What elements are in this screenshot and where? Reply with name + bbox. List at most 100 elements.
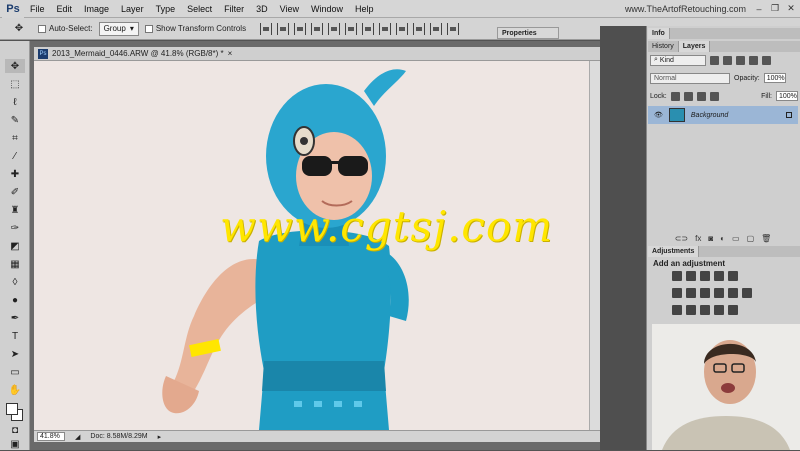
align-right-icon[interactable]: [345, 22, 358, 35]
align-bottom-icon[interactable]: [294, 22, 307, 35]
menu-image[interactable]: Image: [78, 4, 115, 14]
align-vcenter-icon[interactable]: [277, 22, 290, 35]
move-tool-preset-icon[interactable]: ✥: [6, 21, 32, 37]
blur-tool-icon[interactable]: ◊: [5, 275, 25, 289]
menu-edit[interactable]: Edit: [51, 4, 79, 14]
status-arrow-icon[interactable]: ▸: [158, 433, 162, 441]
curves-icon[interactable]: [700, 271, 710, 281]
path-select-tool-icon[interactable]: ➤: [5, 347, 25, 361]
brightness-icon[interactable]: [672, 271, 682, 281]
marquee-tool-icon[interactable]: ⬚: [5, 77, 25, 91]
tab-info[interactable]: Info: [648, 28, 670, 39]
menu-type[interactable]: Type: [150, 4, 182, 14]
kind-dropdown[interactable]: ⌕ Kind: [650, 54, 706, 66]
lock-position-icon[interactable]: [696, 91, 706, 101]
gradient-tool-icon[interactable]: ▦: [5, 257, 25, 271]
eyedropper-tool-icon[interactable]: ⁄: [5, 149, 25, 163]
vibrance-icon[interactable]: [728, 271, 738, 281]
new-layer-icon[interactable]: ▢: [747, 234, 755, 243]
menu-filter[interactable]: Filter: [218, 4, 250, 14]
fx-icon[interactable]: fx: [695, 234, 701, 243]
group-folder-icon[interactable]: ▭: [732, 234, 740, 243]
align-hcenter-icon[interactable]: [328, 22, 341, 35]
minimize-button[interactable]: –: [752, 2, 766, 16]
layer-row-background[interactable]: 👁 Background: [648, 106, 798, 124]
distribute-hcenter-icon[interactable]: [430, 22, 443, 35]
menu-file[interactable]: File: [24, 4, 51, 14]
crop-tool-icon[interactable]: ⌗: [5, 131, 25, 145]
color-lookup-icon[interactable]: [742, 288, 752, 298]
auto-select-checkbox[interactable]: Auto-Select:: [38, 24, 93, 33]
clone-stamp-tool-icon[interactable]: ♜: [5, 203, 25, 217]
align-left-icon[interactable]: [311, 22, 324, 35]
blend-mode-dropdown[interactable]: Normal: [650, 72, 730, 84]
distribute-bottom-icon[interactable]: [396, 22, 409, 35]
document-tab[interactable]: Ps 2013_Mermaid_0446.ARW @ 41.8% (RGB/8*…: [34, 47, 600, 61]
hand-tool-icon[interactable]: ✋: [5, 383, 25, 397]
auto-select-check-icon[interactable]: [38, 24, 46, 33]
gradient-map-icon[interactable]: [714, 305, 724, 315]
invert-icon[interactable]: [672, 305, 682, 315]
pixel-filter-icon[interactable]: [710, 55, 719, 65]
pen-tool-icon[interactable]: ✒: [5, 311, 25, 325]
tab-adjustments[interactable]: Adjustments: [648, 246, 700, 257]
distribute-vcenter-icon[interactable]: [379, 22, 392, 35]
tab-properties[interactable]: Properties: [497, 27, 559, 39]
menu-select[interactable]: Select: [181, 4, 218, 14]
quick-mask-icon[interactable]: ◘: [5, 423, 25, 437]
menu-layer[interactable]: Layer: [115, 4, 150, 14]
mask-icon[interactable]: ◙: [708, 234, 713, 243]
screen-mode-icon[interactable]: ▣: [5, 437, 25, 451]
distribute-right-icon[interactable]: [447, 22, 460, 35]
tab-history[interactable]: History: [648, 41, 679, 52]
distribute-top-icon[interactable]: [362, 22, 375, 35]
threshold-icon[interactable]: [700, 305, 710, 315]
selective-color-icon[interactable]: [728, 305, 738, 315]
fill-field[interactable]: 100%: [776, 91, 798, 101]
adjustment-layer-icon[interactable]: ◐: [720, 234, 725, 243]
zoom-field[interactable]: 41.8%: [37, 432, 65, 441]
photo-filter-icon[interactable]: [714, 288, 724, 298]
exposure-icon[interactable]: [714, 271, 724, 281]
color-balance-icon[interactable]: [686, 288, 696, 298]
tab-layers[interactable]: Layers: [678, 41, 711, 52]
type-filter-icon[interactable]: [736, 55, 745, 65]
quick-select-tool-icon[interactable]: ✎: [5, 113, 25, 127]
lock-all-icon[interactable]: [709, 91, 719, 101]
eye-icon[interactable]: 👁: [654, 111, 663, 119]
hue-saturation-icon[interactable]: [672, 288, 682, 298]
black-white-icon[interactable]: [700, 288, 710, 298]
foreground-color-swatch[interactable]: [6, 403, 18, 415]
history-brush-tool-icon[interactable]: ✑: [5, 221, 25, 235]
posterize-icon[interactable]: [686, 305, 696, 315]
close-button[interactable]: ✕: [784, 2, 798, 16]
document-close-icon[interactable]: ×: [228, 49, 233, 58]
lock-pixels-icon[interactable]: [683, 91, 693, 101]
show-transform-checkbox[interactable]: Show Transform Controls: [144, 24, 246, 33]
dodge-tool-icon[interactable]: ●: [5, 293, 25, 307]
auto-select-dropdown[interactable]: Group ▾: [98, 21, 139, 36]
brush-tool-icon[interactable]: ✐: [5, 185, 25, 199]
shape-tool-icon[interactable]: ▭: [5, 365, 25, 379]
show-transform-check-icon[interactable]: [144, 24, 153, 33]
type-tool-icon[interactable]: T: [5, 329, 25, 343]
restore-button[interactable]: ❐: [768, 2, 782, 16]
eraser-tool-icon[interactable]: ◩: [5, 239, 25, 253]
distribute-left-icon[interactable]: [413, 22, 426, 35]
smart-filter-icon[interactable]: [762, 55, 771, 65]
lasso-tool-icon[interactable]: ℓ: [5, 95, 25, 109]
shape-filter-icon[interactable]: [749, 55, 758, 65]
lock-transparent-icon[interactable]: [670, 91, 680, 101]
healing-brush-tool-icon[interactable]: ✚: [5, 167, 25, 181]
levels-icon[interactable]: [686, 271, 696, 281]
adjustment-filter-icon[interactable]: [723, 55, 732, 65]
status-menu-icon[interactable]: ◢: [75, 433, 80, 441]
document-canvas[interactable]: www.cgtsj.com: [34, 61, 589, 430]
menu-3d[interactable]: 3D: [250, 4, 274, 14]
move-tool-icon[interactable]: ✥: [5, 59, 25, 73]
opacity-field[interactable]: 100%: [763, 73, 786, 83]
link-layers-icon[interactable]: ⊂⊃: [675, 234, 688, 243]
menu-help[interactable]: Help: [349, 4, 380, 14]
channel-mixer-icon[interactable]: [728, 288, 738, 298]
menu-view[interactable]: View: [274, 4, 305, 14]
